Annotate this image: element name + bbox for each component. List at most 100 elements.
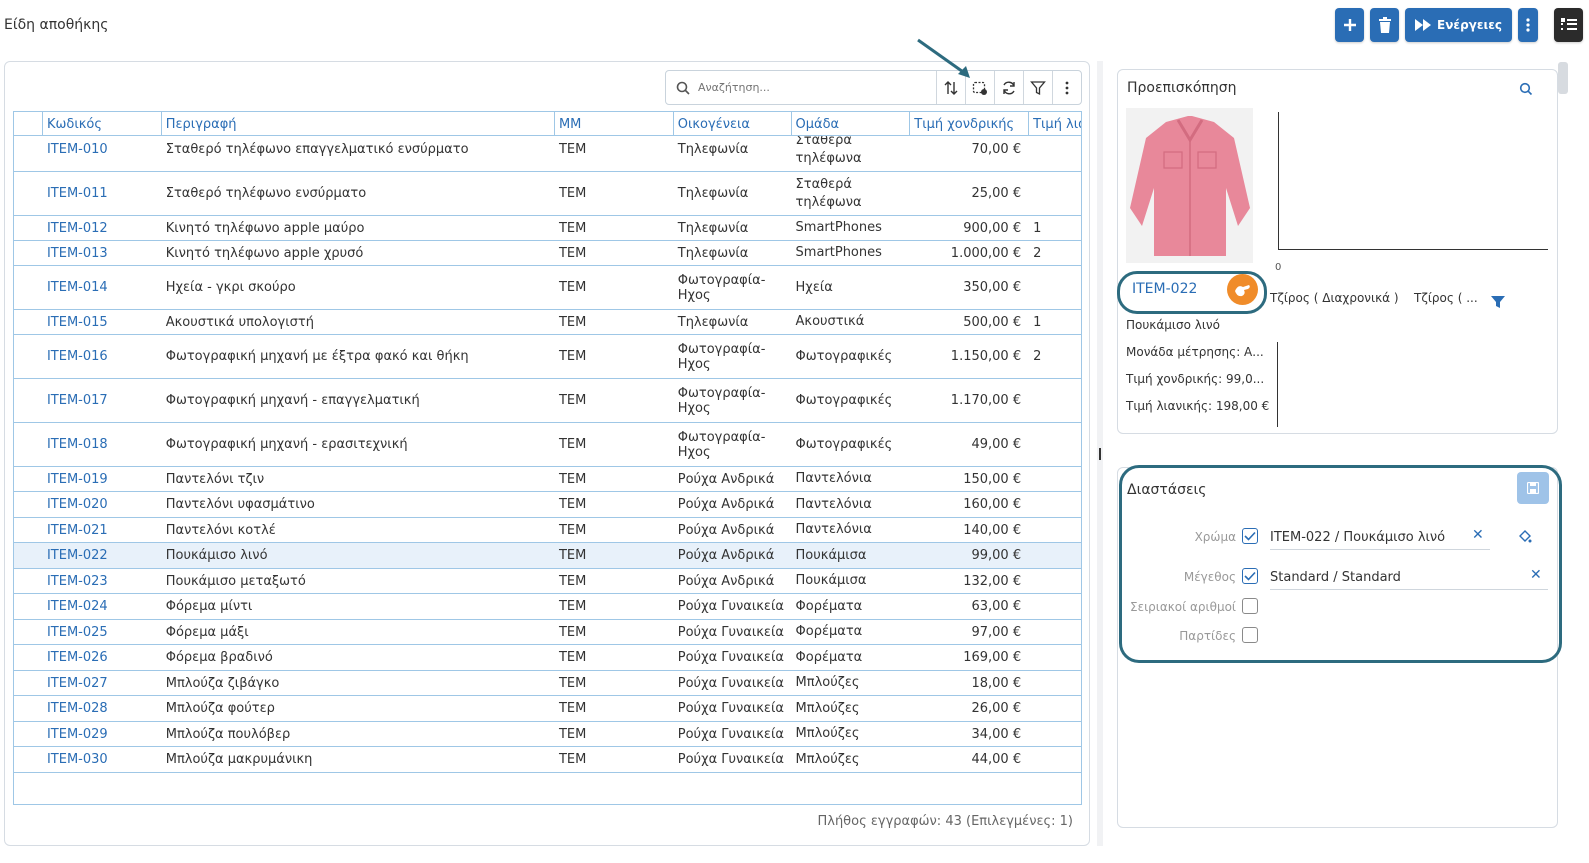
table-row[interactable]: ITEM-028 Μπλούζα φούτερ TEM Ρούχα Γυναικεία… (14, 696, 1081, 722)
search-input[interactable] (698, 81, 918, 94)
batches-checkbox[interactable] (1242, 627, 1258, 643)
table-row[interactable]: ITEM-019 Παντελόνι τζιν TEM Ρούχα Ανδρικά Πα… (14, 467, 1081, 492)
table-row[interactable]: ITEM-017 Φωτογραφική μηχανή - επαγγελματι… (14, 379, 1081, 423)
item-code-cell[interactable]: ITEM-030 (43, 752, 162, 767)
splitter-handle[interactable] (1099, 448, 1101, 460)
size-value[interactable]: Standard / Standard (1270, 570, 1548, 590)
preview-details: Πουκάμισο λινό Μονάδα μέτρησης: Α... Τιμ… (1126, 318, 1269, 426)
clear-size-icon[interactable]: ✕ (1530, 567, 1542, 583)
item-code-cell[interactable]: ITEM-029 (43, 727, 162, 742)
add-button[interactable] (1335, 8, 1365, 42)
table-row[interactable]: ITEM-015 Ακουστικά υπολογιστή TEM Τηλεφωνία… (14, 310, 1081, 335)
table-row[interactable]: ITEM-024 Φόρεμα μίντι TEM Ρούχα Γυναικεία Φο… (14, 594, 1081, 620)
wholesale-price-cell: 25,00 € (971, 186, 1022, 201)
unit-cell: TEM (558, 280, 587, 295)
description-cell: Φωτογραφική μηχανή με έξτρα φακό και θήκ… (165, 349, 469, 364)
table-row[interactable]: ITEM-022 Πουκάμισο λινό TEM Ρούχα Ανδρικά Πο… (14, 543, 1081, 569)
group-cell: Ακουστικά (795, 314, 865, 329)
preview-item-code[interactable]: ITEM-022 (1132, 281, 1197, 297)
item-code-cell[interactable]: ITEM-026 (43, 650, 162, 665)
size-checkbox[interactable] (1242, 568, 1258, 584)
description-cell: Φόρεμα βραδινό (165, 650, 273, 665)
item-code-cell[interactable]: ITEM-017 (43, 393, 162, 408)
unit-cell: TEM (558, 548, 587, 563)
table-row[interactable]: ITEM-029 Μπλούζα πουλόβερ TEM Ρούχα Γυναικε… (14, 722, 1081, 747)
clear-color-icon[interactable]: ✕ (1472, 527, 1484, 543)
column-header[interactable]: Οικογένεια (674, 112, 792, 135)
table-row[interactable]: ITEM-023 Πουκάμισο μεταξωτό TEM Ρούχα Ανδρι… (14, 569, 1081, 594)
group-cell: Μπλούζες (795, 726, 860, 741)
list-view-button[interactable] (1554, 8, 1583, 42)
table-row[interactable]: ITEM-018 Φωτογραφική μηχανή - ερασιτεχνικ… (14, 423, 1081, 467)
item-code-cell[interactable]: ITEM-021 (43, 523, 162, 538)
more-actions-button[interactable] (1518, 8, 1538, 42)
family-cell: Ρούχα Γυναικεία (677, 701, 784, 716)
table-row[interactable]: ITEM-016 Φωτογραφική μηχανή με έξτρα φακό… (14, 335, 1081, 379)
column-header[interactable]: Τιμή λιανικής (1029, 112, 1081, 135)
item-code-cell[interactable]: ITEM-015 (43, 315, 162, 330)
item-code-cell[interactable]: ITEM-023 (43, 574, 162, 589)
refresh-button[interactable] (994, 71, 1023, 104)
funnel-icon[interactable] (1491, 296, 1505, 308)
chart-legend-item[interactable]: Τζίρος ( Διαχρονικά ) (1270, 291, 1399, 305)
table-row[interactable]: ITEM-027 Μπλούζα ζιβάγκο TEM Ρούχα Γυναικεί… (14, 671, 1081, 696)
item-code-cell[interactable]: ITEM-013 (43, 246, 162, 261)
table-row[interactable]: ITEM-011 Σταθερό τηλέφωνο ενσύρματο TEM Τηλ… (14, 172, 1081, 216)
grid-more-button[interactable] (1052, 71, 1081, 104)
retail-price-cell: 2 (1033, 349, 1042, 364)
column-header[interactable]: ΜΜ (555, 112, 674, 135)
items-panel: Κωδικός Περιγραφή ΜΜ Οικογένεια Ομάδα Τι… (4, 61, 1090, 846)
chart-axis-zero: 0 (1275, 262, 1282, 273)
serials-checkbox[interactable] (1242, 598, 1258, 614)
retail-price-cell: 1 (1033, 220, 1042, 236)
paint-bucket-icon[interactable] (1518, 530, 1532, 544)
column-header[interactable]: Ομάδα (792, 112, 911, 135)
item-code-cell[interactable]: ITEM-019 (43, 472, 162, 487)
item-code-cell[interactable]: ITEM-020 (43, 497, 162, 512)
table-row[interactable]: ITEM-021 Παντελόνι κοτλέ TEM Ρούχα Ανδρικά Π… (14, 518, 1081, 543)
table-row[interactable]: ITEM-030 Μπλούζα μακρυμάνικη TEM Ρούχα Γυνα… (14, 747, 1081, 773)
save-dimensions-button[interactable] (1517, 472, 1549, 504)
color-checkbox[interactable] (1242, 528, 1258, 544)
item-code-cell[interactable]: ITEM-027 (43, 676, 162, 691)
table-row[interactable]: ITEM-012 Κινητό τηλέφωνο apple μαύρο TEM Τη… (14, 216, 1081, 241)
filter-button[interactable] (1023, 71, 1052, 104)
family-cell: Φωτογραφία-Ηχος (677, 272, 766, 303)
column-select[interactable] (14, 112, 43, 135)
actions-button[interactable]: Ενέργειες (1405, 8, 1512, 42)
search-box[interactable] (666, 71, 936, 104)
delete-button[interactable] (1370, 8, 1400, 42)
item-code-cell[interactable]: ITEM-028 (43, 701, 162, 716)
item-code-cell[interactable]: ITEM-018 (43, 437, 162, 452)
table-row[interactable]: ITEM-020 Παντελόνι υφασμάτινο TEM Ρούχα Ανδ… (14, 492, 1081, 518)
table-row[interactable]: ITEM-013 Κινητό τηλέφωνο apple χρυσό TEM Τη… (14, 241, 1081, 266)
wholesale-price-cell: 34,00 € (971, 726, 1022, 742)
grid-header: Κωδικός Περιγραφή ΜΜ Οικογένεια Ομάδα Τι… (14, 112, 1081, 136)
search-icon[interactable] (1519, 82, 1533, 96)
item-code-cell[interactable]: ITEM-014 (43, 280, 162, 295)
item-code-cell[interactable]: ITEM-022 (43, 548, 162, 563)
unit-cell: TEM (558, 522, 587, 538)
item-code-cell[interactable]: ITEM-012 (43, 221, 162, 236)
item-code-cell[interactable]: ITEM-016 (43, 349, 162, 364)
color-value[interactable]: ITEM-022 / Πουκάμισο λινό (1270, 530, 1490, 550)
preview-description: Πουκάμισο λινό (1126, 318, 1220, 332)
column-header[interactable]: Περιγραφή (162, 112, 555, 135)
item-code-cell[interactable]: ITEM-010 (43, 142, 162, 157)
description-cell: Μπλούζα ζιβάγκο (165, 675, 280, 691)
table-row[interactable]: ITEM-025 Φόρεμα μάξι TEM Ρούχα Γυναικεία Φορ… (14, 620, 1081, 645)
grid-body: ITEM-009Σταθερό τηλέφωνο κόκκινο φιλίTEM… (14, 112, 1081, 773)
unit-cell: TEM (558, 752, 587, 767)
chart-legend-item[interactable]: Τζίρος ( ... (1414, 291, 1478, 305)
table-row[interactable]: ITEM-014 Ηχεία - γκρι σκούρο TEM Φωτογραφία… (14, 266, 1081, 310)
unit-cell: TEM (558, 393, 587, 408)
item-code-cell[interactable]: ITEM-024 (43, 599, 162, 614)
item-code-cell[interactable]: ITEM-025 (43, 625, 162, 640)
fast-forward-icon (1415, 19, 1432, 31)
column-header[interactable]: Τιμή χονδρικής (910, 112, 1030, 135)
scrollbar-thumb[interactable] (1558, 62, 1568, 94)
item-code-cell[interactable]: ITEM-011 (43, 186, 162, 201)
table-row[interactable]: ITEM-026 Φόρεμα βραδινό TEM Ρούχα Γυναικεία… (14, 645, 1081, 671)
item-badge[interactable] (1227, 274, 1258, 305)
column-header[interactable]: Κωδικός (43, 112, 162, 135)
